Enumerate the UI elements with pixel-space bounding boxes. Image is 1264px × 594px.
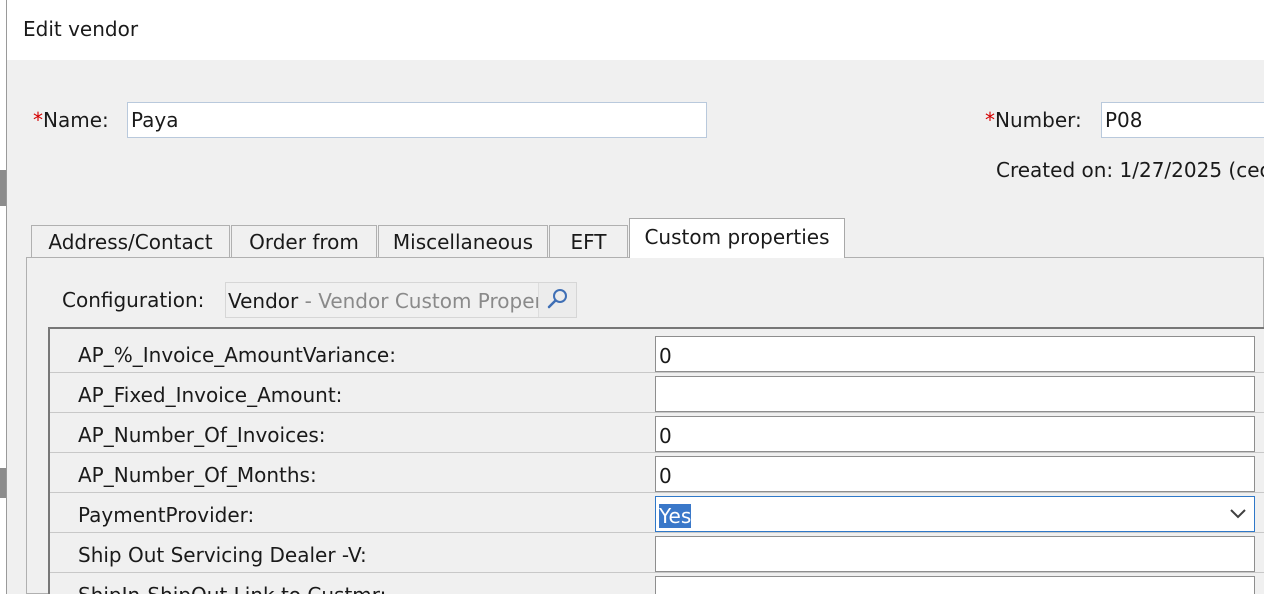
property-name: AP_%_Invoice_AmountVariance:: [78, 343, 396, 367]
configuration-lookup[interactable]: Vendor - Vendor Custom Propert: [225, 282, 577, 318]
configuration-label: Configuration:: [62, 288, 205, 312]
name-label: *Name:: [33, 108, 109, 132]
property-row: ShipIn-ShipOut Link to Custmr:: [50, 573, 1264, 594]
property-name: PaymentProvider:: [78, 503, 255, 527]
custom-properties-grid: AP_%_Invoice_AmountVariance: 0 AP_Fixed_…: [48, 327, 1264, 594]
configuration-value: Vendor - Vendor Custom Propert: [228, 289, 551, 313]
tab-order-from[interactable]: Order from: [231, 225, 377, 257]
number-label: *Number:: [985, 108, 1082, 132]
property-row: AP_Number_Of_Months: 0: [50, 453, 1264, 493]
number-input[interactable]: P08: [1101, 102, 1264, 138]
property-value-input[interactable]: 0: [655, 336, 1255, 372]
property-name: ShipIn-ShipOut Link to Custmr:: [78, 583, 386, 594]
property-name: AP_Number_Of_Invoices:: [78, 423, 326, 447]
property-name: AP_Fixed_Invoice_Amount:: [78, 383, 343, 407]
property-value-input[interactable]: 0: [655, 456, 1255, 492]
property-name: Ship Out Servicing Dealer -V:: [78, 543, 367, 567]
selected-value: Yes: [659, 504, 692, 528]
search-icon: [547, 289, 567, 309]
configuration-search-button[interactable]: [538, 283, 576, 317]
tab-miscellaneous[interactable]: Miscellaneous: [378, 225, 548, 257]
created-on-text: Created on: 1/27/2025 (ceo: [996, 158, 1264, 182]
payment-provider-select[interactable]: Yes: [655, 496, 1255, 532]
tab-custom-properties[interactable]: Custom properties: [629, 218, 845, 258]
required-marker: *: [985, 108, 995, 132]
property-name: AP_Number_Of_Months:: [78, 463, 317, 487]
property-row: AP_Number_Of_Invoices: 0: [50, 413, 1264, 453]
property-value-input[interactable]: [655, 536, 1255, 572]
background-window-edge: [0, 0, 7, 594]
property-value-input[interactable]: [655, 376, 1255, 412]
title-bar: Edit vendor: [7, 0, 1264, 60]
required-marker: *: [33, 108, 43, 132]
property-row: Ship Out Servicing Dealer -V:: [50, 533, 1264, 573]
property-row: PaymentProvider: Yes: [50, 493, 1264, 533]
tab-address-contact[interactable]: Address/Contact: [31, 225, 230, 257]
window-title: Edit vendor: [23, 17, 139, 41]
property-row: AP_Fixed_Invoice_Amount:: [50, 373, 1264, 413]
chevron-down-icon[interactable]: [1228, 507, 1248, 521]
property-row: AP_%_Invoice_AmountVariance: 0: [50, 333, 1264, 373]
property-value-input[interactable]: 0: [655, 416, 1255, 452]
property-value-input[interactable]: [655, 576, 1255, 594]
name-input[interactable]: Paya: [127, 102, 707, 138]
tab-eft[interactable]: EFT: [549, 225, 628, 257]
